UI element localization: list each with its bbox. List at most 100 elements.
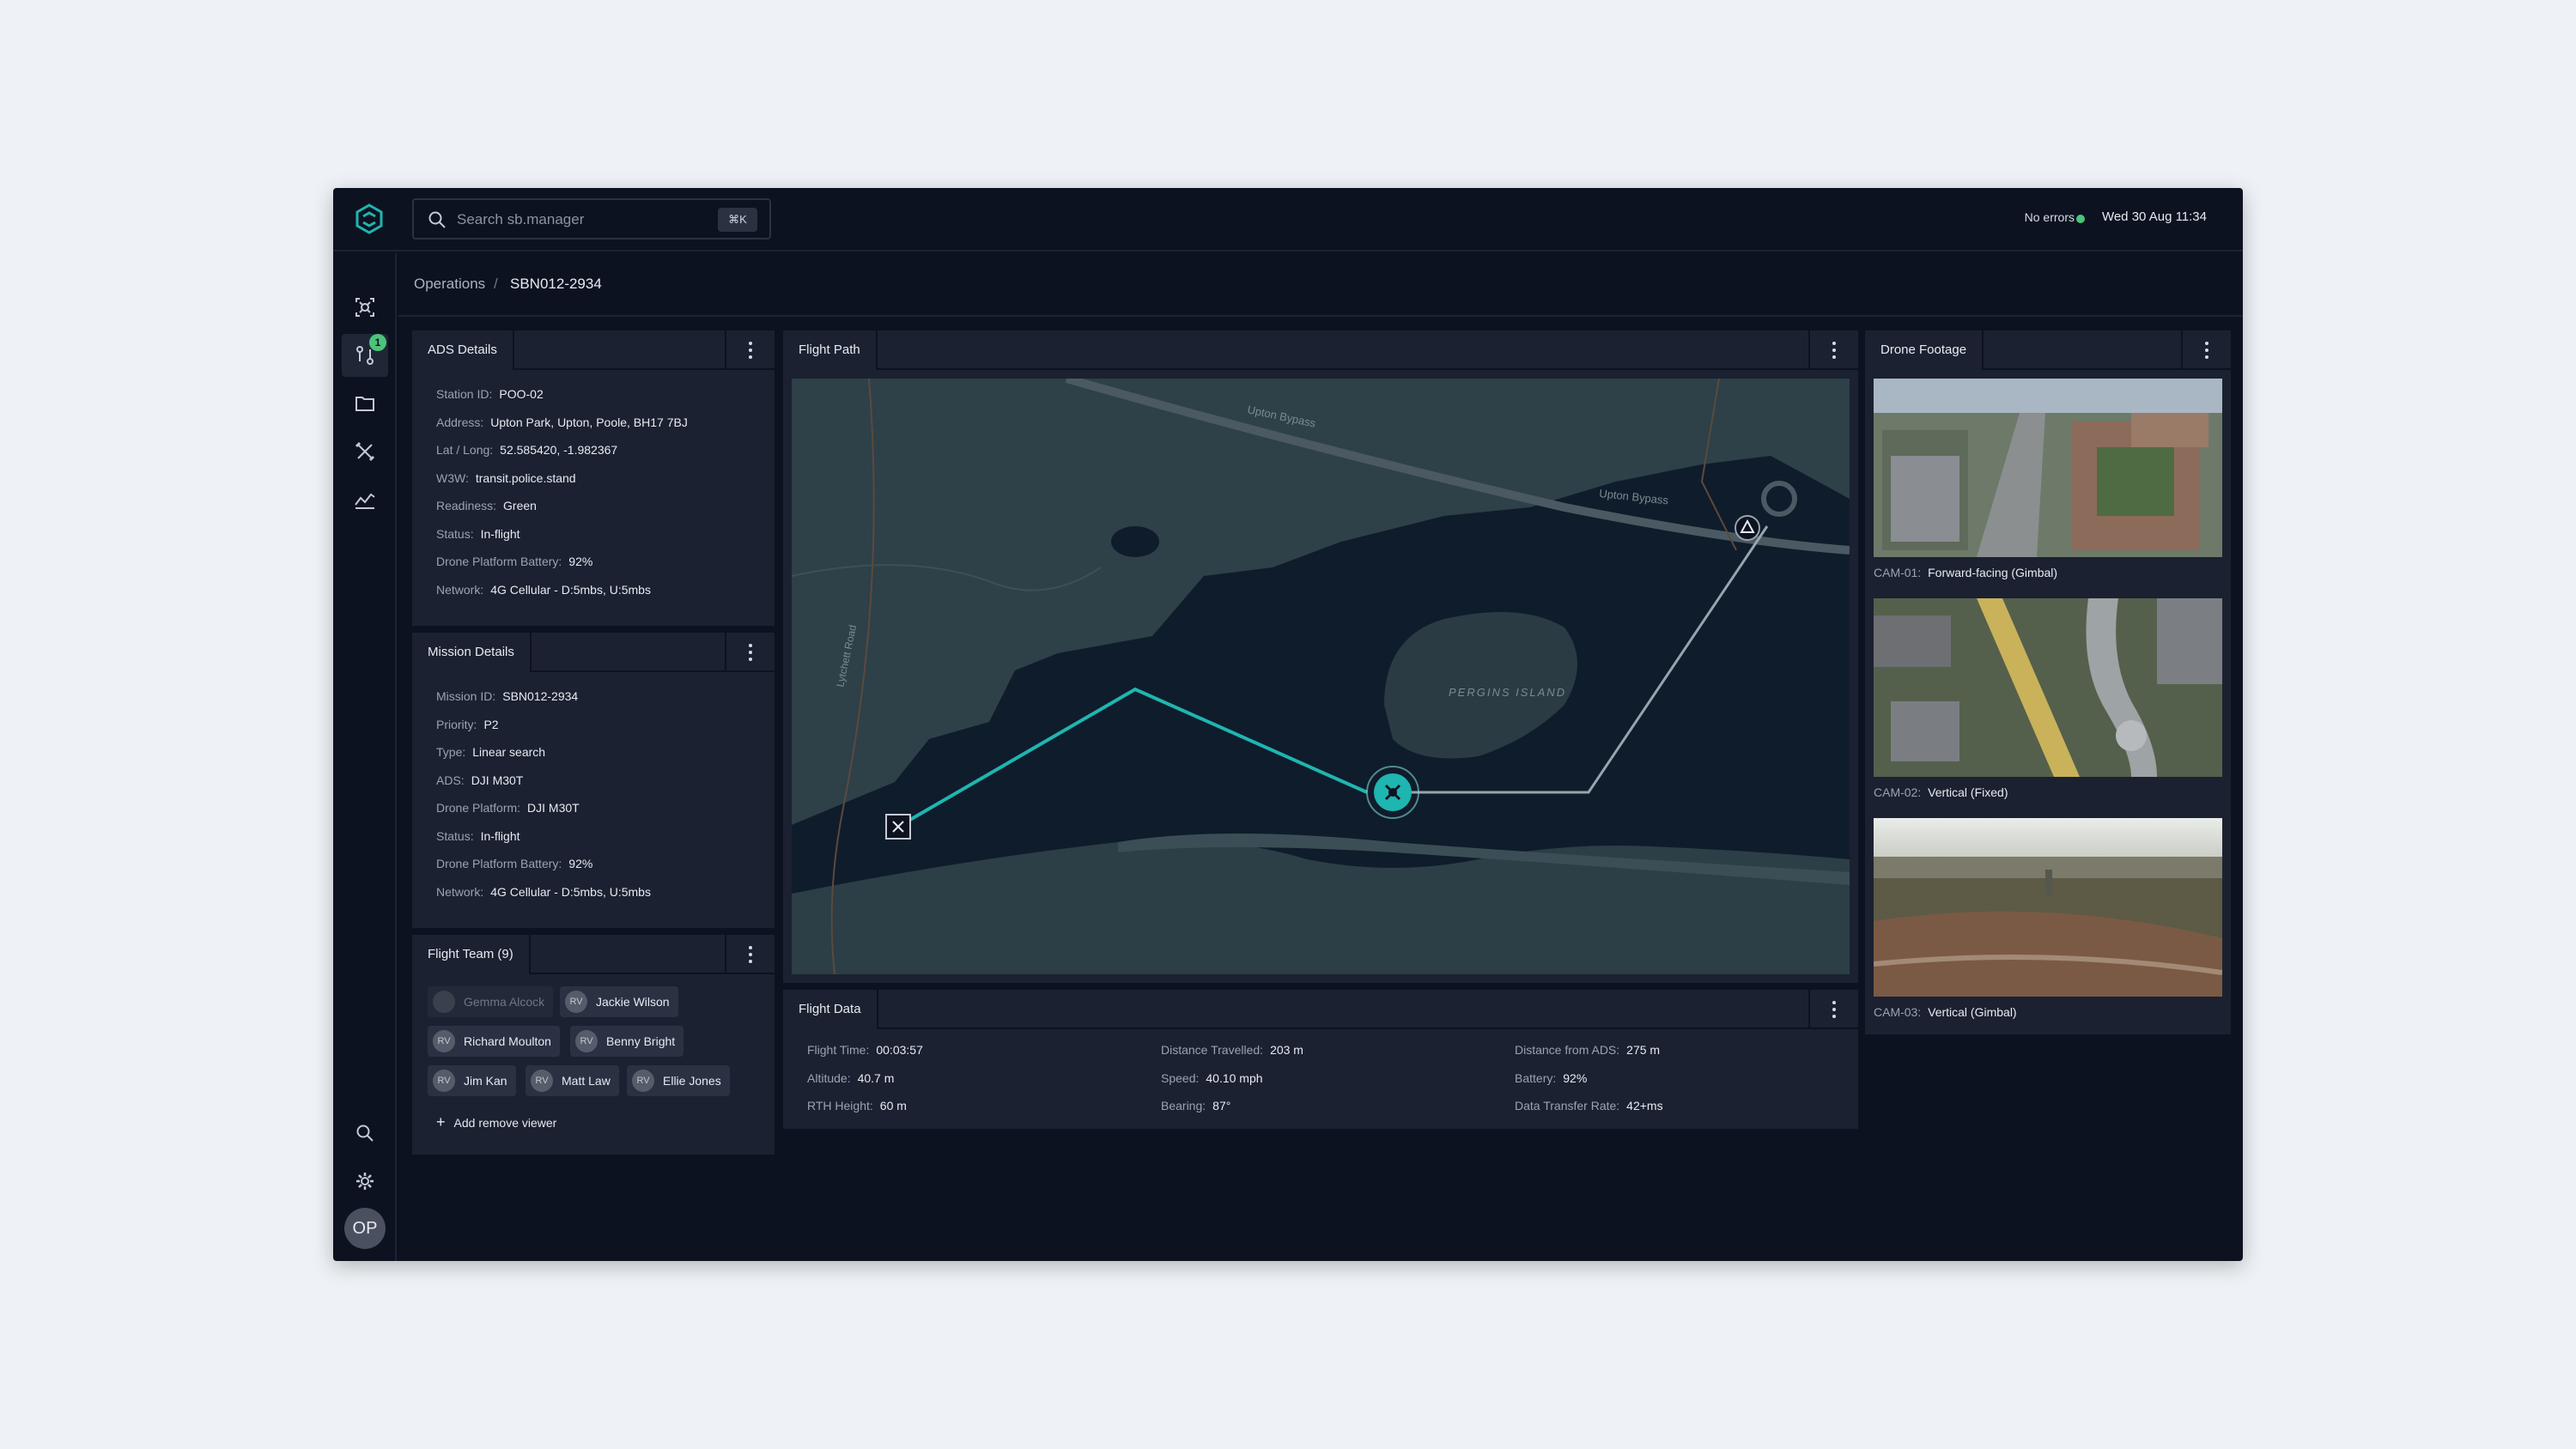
logo-icon[interactable] [352,202,386,236]
sidebar-item-tools[interactable] [342,430,388,473]
team-member-chip[interactable]: RV Jackie Wilson [560,986,678,1017]
flight-map[interactable]: Upton Bypass Upton Bypass Lytchett Road … [792,379,1850,974]
detail-row: W3W: transit.police.stand [436,471,576,485]
tab-ads-details[interactable]: ADS Details [412,330,514,370]
add-viewer-button[interactable]: + Add remove viewer [436,1113,556,1131]
detail-key: Network: [436,884,484,899]
more-menu-button[interactable] [1808,330,1858,370]
panel-header: Mission Details [412,633,775,672]
cam-02-feed[interactable] [1874,598,2222,777]
sidebar-item-drone[interactable] [342,286,388,329]
kebab-icon [2205,340,2208,361]
detail-row: Drone Platform: DJI M30T [436,801,580,815]
plus-icon: + [436,1113,446,1131]
sidebar-item-settings[interactable] [342,1160,388,1203]
team-member-chip[interactable]: Gemma Alcock [428,986,554,1017]
search-input[interactable]: Search sb.manager [457,211,584,228]
flight-data-value: 92% [1563,1070,1588,1085]
flight-data-row: Altitude: 40.7 m [807,1071,894,1085]
home-marker[interactable] [885,814,911,840]
detail-row: Priority: P2 [436,718,499,731]
map-label-island: PERGINS ISLAND [1449,686,1566,699]
member-name: Gemma Alcock [464,995,545,1009]
member-avatar: RV [575,1030,598,1052]
detail-value: P2 [483,717,499,731]
member-name: Jackie Wilson [596,995,670,1009]
user-avatar[interactable]: OP [344,1208,386,1249]
flight-data-value: 60 m [879,1099,907,1113]
cam-03-label: CAM-03: Vertical (Gimbal) [1874,1005,2017,1019]
detail-value: DJI M30T [527,801,580,815]
detail-value: Linear search [472,745,546,759]
sidebar-item-search[interactable] [342,1112,388,1155]
more-menu-button[interactable] [2181,330,2231,370]
detail-row: Type: Linear search [436,745,545,759]
flight-data-key: Bearing: [1161,1099,1206,1113]
more-menu-button[interactable] [725,633,775,672]
search-box[interactable]: Search sb.manager ⌘K [412,198,771,239]
detail-value: transit.police.stand [475,470,576,485]
tab-flight-team[interactable]: Flight Team (9) [412,935,531,974]
detail-key: Lat / Long: [436,443,494,457]
warning-marker[interactable] [1735,515,1760,541]
member-avatar [433,991,455,1013]
panel-header: ADS Details [412,330,775,370]
drone-icon [355,298,374,317]
cam-02-label: CAM-02: Vertical (Fixed) [1874,785,2008,799]
team-member-chip[interactable]: RV Matt Law [526,1065,619,1096]
detail-value: 52.585420, -1.982367 [500,443,618,457]
tab-flight-data[interactable]: Flight Data [783,990,878,1029]
sidebar-item-analytics[interactable] [342,478,388,521]
sidebar: 1 OP [333,253,397,1261]
team-member-chip[interactable]: RV Richard Moulton [428,1026,560,1057]
datetime: Wed 30 Aug 11:34 [2101,209,2207,224]
breadcrumb-parent[interactable]: Operations [414,276,485,293]
analytics-icon [355,493,375,509]
flight-data-key: Distance Travelled: [1161,1043,1264,1057]
flight-data-key: Speed: [1161,1070,1200,1085]
kebab-icon [1832,999,1836,1020]
search-icon [428,211,446,228]
team-member-chip[interactable]: RV Jim Kan [428,1065,516,1096]
flight-data-panel: Flight Data Flight Time: 00:03:57 Altitude… [783,990,1858,1129]
flight-data-value: 275 m [1626,1043,1661,1057]
more-menu-button[interactable] [725,330,775,370]
sidebar-item-routes[interactable]: 1 [342,334,388,377]
flight-data-value: 42+ms [1626,1099,1663,1113]
team-member-chip[interactable]: RV Benny Bright [570,1026,684,1057]
search-icon [356,1125,374,1142]
member-avatar: RV [433,1070,455,1092]
flight-data-key: RTH Height: [807,1099,873,1113]
tab-mission-details[interactable]: Mission Details [412,633,532,672]
tab-drone-footage[interactable]: Drone Footage [1865,330,1984,370]
kebab-icon [749,340,752,361]
lake [1111,526,1159,557]
sidebar-item-files[interactable] [342,382,388,425]
drone-marker[interactable] [1366,766,1419,819]
tools-icon [355,441,375,462]
flight-data-key: Data Transfer Rate: [1515,1099,1620,1113]
member-avatar: RV [565,991,587,1013]
drone-footage-panel: Drone Footage CAM-01: Forward-facing (Gi… [1865,330,2231,1034]
panel-header: Flight Team (9) [412,935,775,974]
cam-03-feed[interactable] [1874,818,2222,997]
tab-flight-path[interactable]: Flight Path [783,330,878,370]
more-menu-button[interactable] [1808,990,1858,1029]
cam-01-feed[interactable] [1874,379,2222,557]
detail-row: Mission ID: SBN012-2934 [436,689,578,703]
panel-header: Flight Data [783,990,1858,1029]
flight-data-row: Distance Travelled: 203 m [1161,1043,1303,1057]
cam-02-id: CAM-02: [1874,785,1922,799]
cam-01-image [1874,379,2222,557]
detail-value: In-flight [480,526,520,541]
flight-data-row: Flight Time: 00:03:57 [807,1043,923,1057]
cam-03-id: CAM-03: [1874,1005,1922,1019]
flight-data-row: RTH Height: 60 m [807,1099,907,1113]
gear-icon [356,1173,374,1190]
flight-data-key: Distance from ADS: [1515,1043,1620,1057]
flight-data-key: Flight Time: [807,1043,870,1057]
cam-03-desc: Vertical (Gimbal) [1928,1005,2017,1019]
status-indicator [2076,215,2085,223]
more-menu-button[interactable] [725,935,775,974]
team-member-chip[interactable]: RV Ellie Jones [627,1065,730,1096]
